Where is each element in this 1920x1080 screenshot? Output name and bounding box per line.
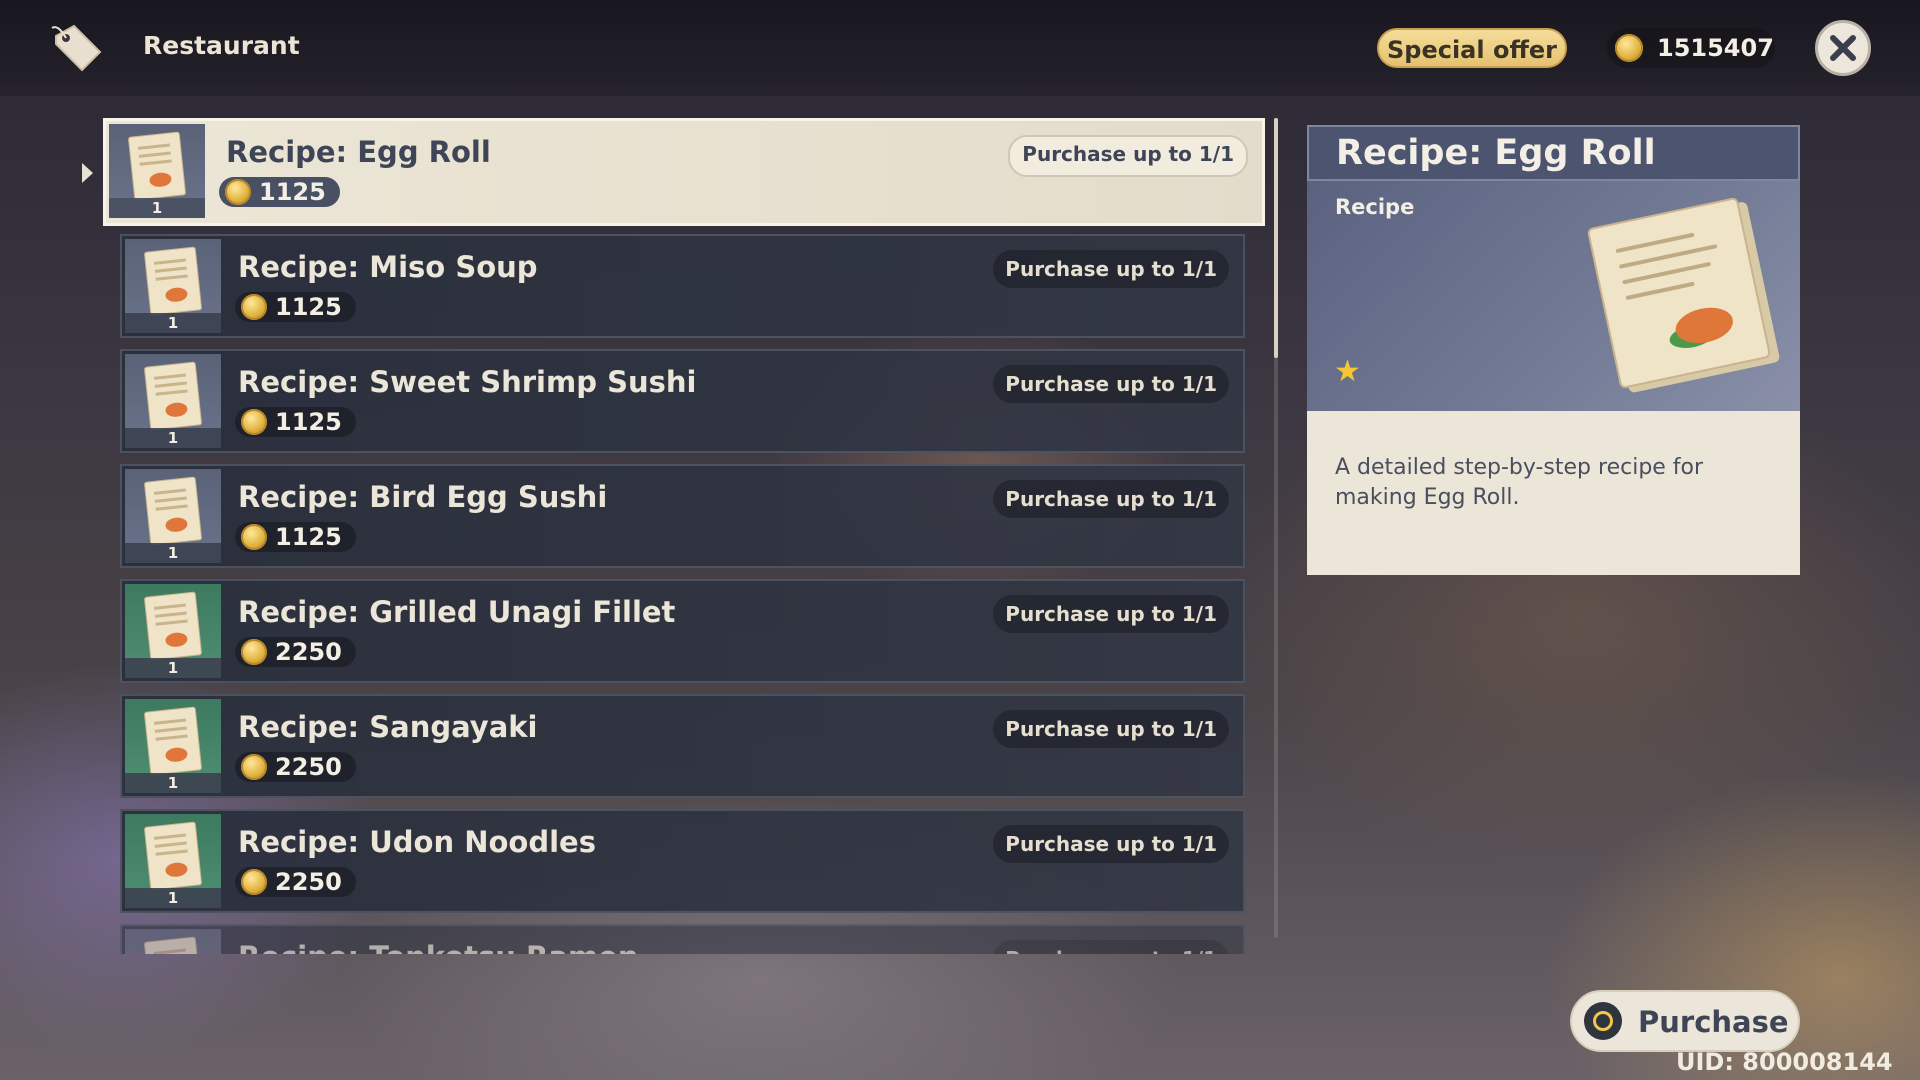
item-thumbnail: 1 [125,929,221,954]
detail-header: Recipe: Egg Roll [1307,125,1800,181]
item-name: Recipe: Egg Roll [226,135,491,169]
item-thumbnail: 1 [125,814,221,908]
recipe-icon [143,476,203,546]
shop-title: Restaurant [143,31,300,60]
item-detail-panel: Recipe: Egg Roll Recipe ★ A detailed ste… [1307,125,1800,575]
detail-banner: Recipe ★ [1307,181,1800,411]
item-quantity: 1 [125,313,221,333]
item-price: 1125 [235,292,356,322]
item-quantity: 1 [125,543,221,563]
item-quantity: 1 [109,198,205,218]
scrollbar-thumb[interactable] [1274,118,1278,358]
purchase-label: Purchase [1638,1005,1789,1039]
item-thumbnail: 1 [125,699,221,793]
mora-coin-icon [241,639,267,665]
item-description: A detailed step-by-step recipe for makin… [1335,455,1704,510]
item-quantity: 1 [125,773,221,793]
list-item[interactable]: 1 Recipe: Grilled Unagi Fillet 2250 Purc… [120,579,1245,683]
price-value: 2250 [275,868,342,896]
price-value: 1125 [275,293,342,321]
list-item[interactable]: 1 Recipe: Bird Egg Sushi 1125 Purchase u… [120,464,1245,568]
top-bar: Restaurant Special offer 1515407 [0,0,1920,96]
price-value: 2250 [275,638,342,666]
item-price: 2250 [235,752,356,782]
purchase-limit-badge: Purchase up to 1/1 [993,365,1229,403]
selection-pointer-icon [82,163,93,183]
recipe-icon [143,936,203,954]
detail-body: A detailed step-by-step recipe for makin… [1307,411,1800,575]
item-thumbnail: 1 [125,354,221,448]
item-quantity: 1 [125,658,221,678]
currency-amount: 1515407 [1657,34,1774,62]
item-name: Recipe: Sweet Shrimp Sushi [238,365,697,399]
recipe-icon [143,706,203,776]
item-name: Recipe: Miso Soup [238,250,538,284]
price-value: 1125 [259,178,326,206]
item-price: 1125 [235,522,356,552]
item-name: Recipe: Grilled Unagi Fillet [238,595,676,629]
item-name: Recipe: Sangayaki [238,710,538,744]
purchase-limit-badge: Purchase up to 1/1 [993,595,1229,633]
item-list: 1 Recipe: Egg Roll 1125 Purchase up to 1… [100,116,1275,954]
mora-coin-icon [241,294,267,320]
recipe-icon [143,591,203,661]
close-icon [1830,35,1856,61]
list-item[interactable]: 1 Recipe: Sweet Shrimp Sushi 1125 Purcha… [120,349,1245,453]
purchase-limit-badge: Purchase up to 1/1 [993,480,1229,518]
list-item[interactable]: 1 Recipe: Tonkotsu Ramen 2250 Purchase u… [120,924,1245,954]
item-price: 2250 [235,867,356,897]
list-item[interactable]: 1 Recipe: Udon Noodles 2250 Purchase up … [120,809,1245,913]
recipe-icon [143,246,203,316]
list-item[interactable]: 1 Recipe: Egg Roll 1125 Purchase up to 1… [103,118,1265,226]
detail-title: Recipe: Egg Roll [1336,133,1656,173]
currency-display: 1515407 [1607,28,1775,68]
mora-coin-icon [241,409,267,435]
recipe-icon [127,131,187,201]
price-value: 1125 [275,408,342,436]
mora-coin-icon [241,869,267,895]
item-price: 2250 [235,637,356,667]
list-item[interactable]: 1 Recipe: Sangayaki 2250 Purchase up to … [120,694,1245,798]
item-price: 1125 [219,177,340,207]
purchase-limit-badge: Purchase up to 1/1 [993,940,1229,954]
price-value: 1125 [275,523,342,551]
star-icon: ★ [1334,354,1361,389]
player-uid: UID: 800008144 [1676,1048,1893,1076]
special-offer-button[interactable]: Special offer [1377,28,1567,68]
item-name: Recipe: Tonkotsu Ramen [238,940,638,954]
item-name: Recipe: Udon Noodles [238,825,596,859]
mora-coin-icon [241,524,267,550]
recipe-icon [1586,196,1772,390]
purchase-limit-badge: Purchase up to 1/1 [993,710,1229,748]
item-thumbnail: 1 [125,469,221,563]
mora-coin-icon [225,179,251,205]
item-name: Recipe: Bird Egg Sushi [238,480,608,514]
purchase-button[interactable]: Purchase [1570,990,1800,1052]
list-item[interactable]: 1 Recipe: Miso Soup 1125 Purchase up to … [120,234,1245,338]
item-type: Recipe [1335,195,1415,219]
price-value: 2250 [275,753,342,781]
purchase-limit-badge: Purchase up to 1/1 [993,250,1229,288]
item-price: 1125 [235,407,356,437]
close-button[interactable] [1815,20,1871,76]
item-quantity: 1 [125,428,221,448]
mora-coin-icon [241,754,267,780]
controller-button-icon [1584,1002,1622,1040]
purchase-limit-badge: Purchase up to 1/1 [1008,135,1248,177]
recipe-icon [143,821,203,891]
item-thumbnail: 1 [125,239,221,333]
tag-icon [51,24,102,72]
recipe-icon [143,361,203,431]
item-quantity: 1 [125,888,221,908]
item-thumbnail: 1 [109,124,205,218]
purchase-limit-badge: Purchase up to 1/1 [993,825,1229,863]
item-thumbnail: 1 [125,584,221,678]
mora-coin-icon [1615,34,1643,62]
